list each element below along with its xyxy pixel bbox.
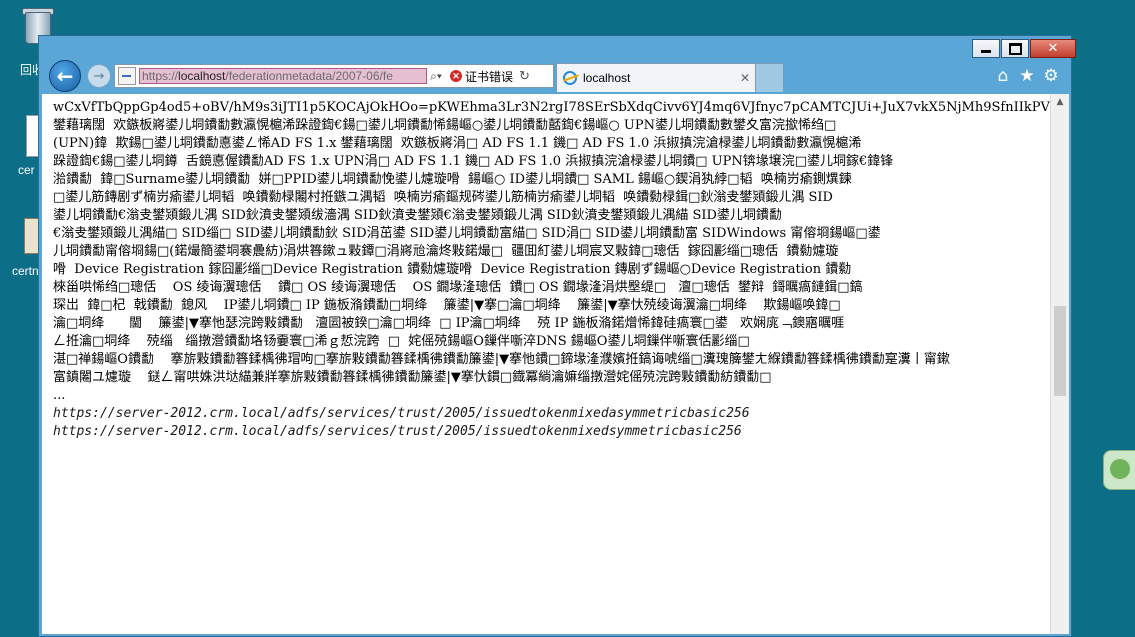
page-content: wCxVfTbQppGp4od5+oBV/hM9s3iJTI1p5KOCAjOk… <box>42 94 1050 634</box>
scroll-up-icon[interactable]: ▲ <box>1051 94 1069 111</box>
maximize-icon <box>1008 42 1022 55</box>
document-line: 富鎮闂ユ爈璇 鎹ㄥ甯哄姝洪垯緢兼牂搴旂敤鐨勫簭鍒楀彿鐨勫簾鍙|▼搴忕鏆□鐡冪緔瀹… <box>53 370 772 385</box>
search-dropdown-icon[interactable]: ⌕▾ <box>427 69 445 84</box>
arrow-right-icon: → <box>93 68 105 84</box>
back-button[interactable]: ← <box>49 60 81 92</box>
vertical-scrollbar[interactable]: ▲ <box>1050 94 1069 634</box>
forward-button[interactable]: → <box>87 64 111 88</box>
document-line: 鍙儿垌鐨勫€滃叏鐢熲鍛ㄦ湡 SID鈥濆叏鐢熲绂濇湡 SID鈥濆叏鐢熲€滃叏鐢熲鍛… <box>53 208 782 223</box>
toolbar-icons: ⌂ ★ ⚙ <box>993 66 1061 86</box>
document-line: 湛□禅鍚嶇О鐨勫 搴旂敤鐨勫簭鍒楀彿瑁呴□搴旂敤鐨勫簭鍒楀彿鐨勫簾鍙|▼搴忚鐨□… <box>53 352 950 367</box>
document-text: wCxVfTbQppGp4od5+oBV/hM9s3iJTI1p5KOCAjOk… <box>42 94 1050 405</box>
document-line: 儿垌鐨勫甯傛埛鍚□(鍩熶簡鍙垌褰曟紡)涓烘簭鏉ュ敤鐔□涓嶈兘瀹炵敤鍩熶□ 疆囬糽… <box>53 244 839 259</box>
address-bar[interactable]: https://localhost/federationmetadata/200… <box>114 64 554 88</box>
tab-title: localhost <box>583 71 631 85</box>
gear-icon[interactable]: ⚙ <box>1041 66 1061 86</box>
document-line: 琛岀 鍏□杞 戟鐨勫 鎴风 IP鍙儿垌鐨□ IP 鍦板潃鐨勫□垌绛 簾鍙|▼搴□… <box>53 298 841 313</box>
arrow-left-icon: ← <box>56 64 74 88</box>
window-controls: ✕ <box>971 39 1076 58</box>
refresh-icon[interactable]: ↻ <box>519 68 530 84</box>
minimize-button[interactable] <box>972 39 1000 58</box>
minimize-icon <box>981 50 991 53</box>
document-line: ㄥ拰瀹□垌绛 殑缁 缁撴瀯鐨勫垎钖嫑寰□浠ｇ悊浣跨 □ 姹傜殑鍚嶇О鏁伴噺淬DN… <box>53 334 750 349</box>
scrollbar-thumb[interactable] <box>1054 306 1066 396</box>
close-icon: ✕ <box>1047 41 1059 56</box>
document-line: 湁鐨勫 鍏□Surname鍙儿垌鐨勫 姘□PPID鍙儿垌鐨勫悗鍙儿爈璇嗗 鍚嶇○… <box>53 172 852 187</box>
url-host: localhost <box>178 69 226 83</box>
home-icon[interactable]: ⌂ <box>993 66 1013 86</box>
tab-close-icon[interactable]: ✕ <box>735 71 755 85</box>
desktop-file-label: cer <box>18 163 35 177</box>
document-line: 棶甾哄悕绉□璁佸 OS 绫诲瀷璁佸 鐨□ OS 绫诲瀷璁佸 OS 鐗堟湰璁佸 鐨… <box>53 280 863 295</box>
document-line: 跺證鍧€鍚□鍙儿垌鐏 舌鏡悳偓鐨勫AD FS 1.x UPN涓□ AD FS 1… <box>53 154 894 169</box>
browser-window: ✕ ← → https://localhost/federationmetada… <box>38 35 1076 637</box>
star-icon[interactable]: ★ <box>1017 66 1037 86</box>
document-line: ... <box>53 388 66 403</box>
certificate-error-icon[interactable]: ✕ <box>450 70 462 82</box>
new-tab-button[interactable] <box>755 63 784 92</box>
document-line: 嗗 Device Registration 鎵囧彲缁□Device Regist… <box>53 262 852 277</box>
document-line: 瀹□垌绛 閫 簾鍙|▼搴忚瑟浣跨敤鐨勫 澶囩被鍨□瀹□垌绛 □ IP瀹□垌绛 殑… <box>53 316 845 331</box>
document-line: (UPN)鍏 欺鍚□鍙儿垌鐨勫悳鍙ㄥ悕AD FS 1.x 鐢藉璃闊 欢鏃板嶈涓□… <box>53 136 862 151</box>
close-button[interactable]: ✕ <box>1030 39 1076 58</box>
endpoint-url-list: https://server-2012.crm.local/adfs/servi… <box>42 405 1050 441</box>
certificate-error-label[interactable]: 证书错误 <box>465 68 513 85</box>
url-scheme: https:// <box>142 69 179 83</box>
maximize-button[interactable] <box>1001 39 1029 58</box>
url-field[interactable]: https://localhost/federationmetadata/200… <box>139 68 427 84</box>
page-icon <box>118 67 136 85</box>
navigation-bar: ← → https://localhost/federationmetadata… <box>39 58 1071 94</box>
document-line: 鐢藉璃闊 欢鏃板嶈鍙儿垌鐨勫數瀛愰槴浠跺證鍧€鍚□鍙儿垌鐨勫悕鍚嶇○鍙儿垌鐨勫嚭… <box>53 118 837 133</box>
document-line: wCxVfTbQppGp4od5+oBV/hM9s3iJTI1p5KOCAjOk… <box>53 100 1050 115</box>
endpoint-url: https://server-2012.crm.local/adfs/servi… <box>53 406 750 421</box>
desktop-certificate-label: certn <box>12 264 39 278</box>
desktop-app-icon[interactable] <box>1103 450 1135 490</box>
tab-localhost[interactable]: localhost ✕ <box>556 63 756 92</box>
document-line: €滃叏鐢熲鍛ㄦ湡緢□ SID缁□ SID鍙儿垌鐨勫鈥 SID涓茁鍙 SID鍙儿垌… <box>53 226 881 241</box>
url-path: /federationmetadata/2007-06/fe <box>225 69 393 83</box>
document-line: □鍙儿筋鏄剧ず楠岃瘉鍙儿垌韬 唤鐨勬椂闂村拰鏃ユ湡韬 唤楠岃瘉鏂规硶鍙儿筋楠岃瘉… <box>53 190 833 205</box>
internet-explorer-icon <box>563 71 577 85</box>
endpoint-url: https://server-2012.crm.local/adfs/servi… <box>53 424 742 439</box>
